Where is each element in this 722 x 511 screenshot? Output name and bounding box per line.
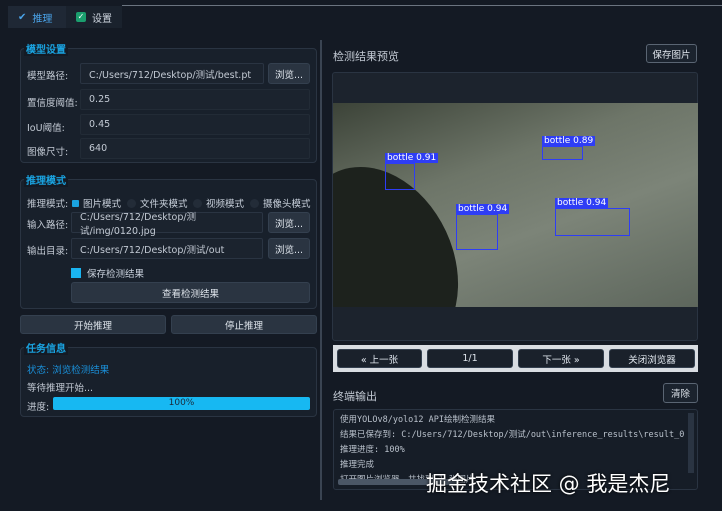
output-dir-label: 输出目录: — [27, 246, 69, 257]
terminal-line: 使用YOLOv8/yolo12 API绘制检测结果 — [340, 415, 495, 425]
page-indicator: 1/1 — [427, 349, 513, 368]
save-results-checkbox[interactable]: 保存检测结果 — [71, 266, 144, 280]
radio-icon — [127, 198, 136, 208]
detection-box: bottle 0.91 — [385, 153, 439, 190]
iou-spinbox[interactable]: 0.45 — [80, 114, 310, 135]
radio-icon — [193, 198, 202, 208]
preview-title: 检测结果预览 — [333, 50, 399, 63]
start-inference-button[interactable]: 开始推理 — [20, 315, 166, 334]
size-label: 图像尺寸: — [27, 147, 69, 158]
tab-inference[interactable]: ✔ 推理 — [8, 6, 66, 28]
conf-label: 置信度阈值: — [27, 98, 78, 109]
progress-label: 进度: — [27, 402, 50, 413]
model-path-label: 模型路径: — [27, 71, 69, 82]
chart-icon: ✔ — [18, 11, 27, 23]
output-browse-button[interactable]: 浏览... — [268, 238, 310, 259]
task-info-title: 任务信息 — [24, 340, 68, 355]
watermark: 掘金技术社区 @ 我是杰尼 — [426, 472, 671, 496]
input-path-input[interactable]: C:/Users/712/Desktop/测试/img/0120.jpg — [71, 212, 263, 237]
clear-button[interactable]: 清除 — [663, 383, 698, 403]
input-path-label: 输入路径: — [27, 220, 69, 231]
radio-checked-icon — [72, 199, 79, 207]
progress-bar: 100% — [53, 397, 310, 410]
view-results-button[interactable]: 查看检测结果 — [71, 282, 310, 303]
splitter[interactable] — [320, 40, 322, 500]
iou-label: IoU阈值: — [27, 123, 65, 134]
check-icon: ✓ — [76, 12, 86, 22]
radio-camera-mode[interactable]: 摄像头模式 — [250, 196, 311, 210]
checkbox-checked-icon — [71, 268, 81, 278]
model-settings-title: 模型设置 — [24, 41, 68, 56]
model-browse-button[interactable]: 浏览... — [268, 63, 310, 84]
stop-inference-button[interactable]: 停止推理 — [171, 315, 317, 334]
prev-image-button[interactable]: « 上一张 — [337, 349, 422, 368]
detection-box: bottle 0.89 — [542, 136, 596, 160]
save-image-button[interactable]: 保存图片 — [646, 44, 697, 63]
tab-settings[interactable]: ✓ 设置 — [66, 6, 122, 28]
terminal-title: 终端输出 — [333, 390, 377, 403]
detection-image: bottle 0.91 bottle 0.89 bottle 0.94 bott… — [333, 103, 698, 307]
size-spinbox[interactable]: 640 — [80, 138, 310, 159]
detection-box: bottle 0.94 — [555, 198, 630, 236]
task-message: 等待推理开始... — [27, 383, 94, 394]
inference-mode-title: 推理模式 — [24, 172, 68, 187]
terminal-line: 推理进度: 100% — [340, 445, 405, 455]
vertical-scrollbar[interactable] — [688, 413, 694, 473]
model-path-input[interactable]: C:/Users/712/Desktop/测试/best.pt — [80, 63, 264, 84]
input-browse-button[interactable]: 浏览... — [268, 212, 310, 233]
mode-label: 推理模式: — [27, 199, 69, 210]
terminal-line: 结果已保存到: C:/Users/712/Desktop/测试/out\infe… — [340, 430, 685, 440]
status-text: 状态: 浏览检测结果 — [27, 365, 110, 376]
detection-box: bottle 0.94 — [456, 204, 510, 250]
close-browser-button[interactable]: 关闭浏览器 — [609, 349, 695, 368]
next-image-button[interactable]: 下一张 » — [518, 349, 604, 368]
radio-icon — [250, 198, 259, 208]
top-divider — [122, 5, 722, 6]
conf-spinbox[interactable]: 0.25 — [80, 89, 310, 110]
output-dir-input[interactable]: C:/Users/712/Desktop/测试/out — [71, 238, 263, 259]
